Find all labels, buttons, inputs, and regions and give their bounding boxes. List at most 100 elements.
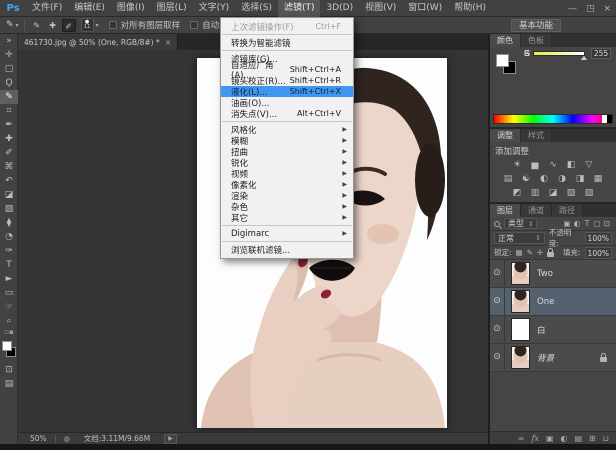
slider-marker-icon[interactable] bbox=[581, 56, 587, 60]
filter-shape-layers-icon[interactable]: ▢ bbox=[592, 219, 602, 228]
brush-picker-caret-icon[interactable]: ▾ bbox=[96, 22, 99, 29]
panel-tab[interactable]: 通道 bbox=[521, 204, 552, 217]
selective-color-icon[interactable]: ▨ bbox=[583, 187, 596, 199]
document-tab[interactable]: 461730.jpg @ 50% (One, RGB/8#) * × bbox=[18, 34, 178, 50]
channel-slider[interactable] bbox=[533, 51, 585, 56]
status-options-arrow-icon[interactable]: ▶ bbox=[164, 434, 177, 444]
panel-tab[interactable]: 色板 bbox=[521, 34, 552, 47]
layer-name[interactable]: 白 bbox=[537, 324, 546, 336]
shape-tool[interactable]: ▭ bbox=[0, 286, 18, 300]
filter-menu-item[interactable]: 油画(O)... bbox=[221, 97, 353, 108]
foreground-color-swatch[interactable] bbox=[496, 54, 509, 67]
panel-tab[interactable]: 样式 bbox=[521, 129, 552, 142]
layer-visibility-eye-icon[interactable]: ⊙ bbox=[490, 316, 505, 343]
sample-all-layers-checkbox[interactable] bbox=[109, 21, 117, 29]
filter-menu-item[interactable]: 像素化 ▶ bbox=[221, 179, 353, 190]
crop-tool[interactable]: ⌗ bbox=[0, 104, 18, 118]
menubar-item[interactable]: 3D(D) bbox=[320, 0, 359, 17]
tab-close-icon[interactable]: × bbox=[165, 38, 172, 47]
chevron-down-icon[interactable]: ▾ bbox=[16, 22, 19, 29]
color-spectrum-ramp[interactable] bbox=[493, 114, 613, 124]
subtract-selection-icon[interactable]: ✐ bbox=[62, 19, 76, 32]
menubar-item[interactable]: 图层(L) bbox=[151, 0, 193, 17]
clone-stamp-tool[interactable]: ⌘ bbox=[0, 160, 18, 174]
type-tool[interactable]: T bbox=[0, 258, 18, 272]
layer-thumbnail[interactable] bbox=[511, 290, 530, 313]
workspace-switcher-button[interactable]: 基本功能 bbox=[511, 19, 561, 32]
levels-icon[interactable]: ▅ bbox=[529, 159, 542, 171]
panel-tab[interactable]: 调整 bbox=[490, 129, 521, 142]
opacity-value-field[interactable]: 100% bbox=[585, 232, 612, 244]
layer-thumbnail[interactable] bbox=[511, 318, 530, 341]
gradient-map-icon[interactable]: ▧ bbox=[565, 187, 578, 199]
threshold-icon[interactable]: ◪ bbox=[547, 187, 560, 199]
menubar-item[interactable]: 滤镜(T) bbox=[278, 0, 321, 17]
filter-menu-item[interactable]: 自适应广角(A)... Shift+Ctrl+A bbox=[221, 64, 353, 75]
foreground-color-swatch[interactable] bbox=[2, 341, 12, 351]
history-brush-tool[interactable]: ↶ bbox=[0, 174, 18, 188]
new-selection-icon[interactable]: ✎ bbox=[30, 19, 44, 32]
layer-visibility-eye-icon[interactable]: ⊙ bbox=[490, 260, 505, 287]
filter-menu-item[interactable]: 浏览联机滤镜... bbox=[221, 244, 353, 255]
zoom-level-field[interactable]: 50% bbox=[30, 434, 47, 443]
photo-filter-icon[interactable]: ◑ bbox=[556, 173, 569, 185]
layer-row[interactable]: ⊙ One bbox=[490, 288, 616, 316]
menubar-item[interactable]: 文字(Y) bbox=[193, 0, 236, 17]
layer-style-icon[interactable]: fx bbox=[531, 434, 538, 443]
layer-name[interactable]: Two bbox=[537, 269, 553, 279]
filter-menu-item[interactable]: 模糊 ▶ bbox=[221, 135, 353, 146]
layer-row[interactable]: ⊙ Two bbox=[490, 260, 616, 288]
screen-mode-button[interactable]: ▤ bbox=[0, 377, 18, 391]
layer-thumbnail[interactable] bbox=[511, 346, 530, 369]
lock-paint-icon[interactable]: ✎ bbox=[527, 248, 533, 257]
filter-type-layers-icon[interactable]: T bbox=[582, 219, 592, 228]
menubar-item[interactable]: 编辑(E) bbox=[68, 0, 111, 17]
menubar-item[interactable]: 视图(V) bbox=[359, 0, 402, 17]
layer-visibility-eye-icon[interactable]: ⊙ bbox=[490, 288, 505, 315]
filter-type-dropdown[interactable]: 类型 ⇕ bbox=[504, 218, 537, 229]
quick-mask-button[interactable]: ⊡ bbox=[0, 363, 18, 377]
menubar-item[interactable]: 文件(F) bbox=[26, 0, 68, 17]
pen-tool[interactable]: ✑ bbox=[0, 244, 18, 258]
panel-tab[interactable]: 图层 bbox=[490, 204, 521, 217]
filter-menu-item[interactable]: 视频 ▶ bbox=[221, 168, 353, 179]
add-layer-mask-icon[interactable]: ▣ bbox=[546, 434, 554, 443]
channel-mixer-icon[interactable]: ◨ bbox=[574, 173, 587, 185]
blend-mode-dropdown[interactable]: 正常 ⇕ bbox=[494, 232, 545, 244]
healing-brush-tool[interactable]: ✚ bbox=[0, 132, 18, 146]
curves-icon[interactable]: ∿ bbox=[547, 159, 560, 171]
collapse-panel-icon[interactable]: » bbox=[0, 34, 18, 48]
invert-icon[interactable]: ◩ bbox=[511, 187, 524, 199]
lasso-tool[interactable]: Ϙ bbox=[0, 76, 18, 90]
menubar-item[interactable]: 窗口(W) bbox=[402, 0, 448, 17]
new-layer-icon[interactable]: ⊞ bbox=[589, 434, 596, 443]
eyedropper-tool[interactable]: ✒ bbox=[0, 118, 18, 132]
black-white-icon[interactable]: ◐ bbox=[538, 173, 551, 185]
dodge-tool[interactable]: ◔ bbox=[0, 230, 18, 244]
filter-menu-item[interactable]: 其它 ▶ bbox=[221, 212, 353, 223]
filter-smart-objects-icon[interactable]: ⊡ bbox=[602, 219, 612, 228]
filter-menu-item[interactable]: Digimarc ▶ bbox=[221, 228, 353, 239]
layer-thumbnail[interactable] bbox=[511, 262, 530, 285]
channel-value-field[interactable]: 255 bbox=[591, 48, 611, 59]
blur-tool[interactable]: ⧫ bbox=[0, 216, 18, 230]
close-icon[interactable]: × bbox=[603, 4, 611, 14]
lock-all-icon[interactable] bbox=[547, 252, 554, 257]
menubar-item[interactable]: 选择(S) bbox=[235, 0, 278, 17]
auto-enhance-checkbox[interactable] bbox=[190, 21, 198, 29]
brush-tool[interactable]: ✐ bbox=[0, 146, 18, 160]
tool-preset-icon[interactable]: ✎ bbox=[6, 20, 14, 30]
fill-value-field[interactable]: 100% bbox=[585, 247, 612, 259]
vibrance-icon[interactable]: ▽ bbox=[583, 159, 596, 171]
filter-menu-item[interactable]: 上次滤镜操作(F) Ctrl+F bbox=[221, 21, 353, 32]
filter-menu-item[interactable]: 液化(L)... Shift+Ctrl+X bbox=[221, 86, 353, 97]
zoom-tool[interactable]: ⌕ bbox=[0, 314, 18, 328]
filter-menu-item[interactable]: 杂色 ▶ bbox=[221, 201, 353, 212]
layer-row[interactable]: ⊙ 背景 bbox=[490, 344, 616, 372]
exposure-icon[interactable]: ◧ bbox=[565, 159, 578, 171]
lock-transparency-icon[interactable]: ▦ bbox=[516, 248, 523, 257]
filter-menu-item[interactable]: 渲染 ▶ bbox=[221, 190, 353, 201]
gradient-tool[interactable]: ▨ bbox=[0, 202, 18, 216]
menubar-item[interactable]: 帮助(H) bbox=[448, 0, 492, 17]
link-layers-icon[interactable]: ∞ bbox=[518, 434, 525, 443]
